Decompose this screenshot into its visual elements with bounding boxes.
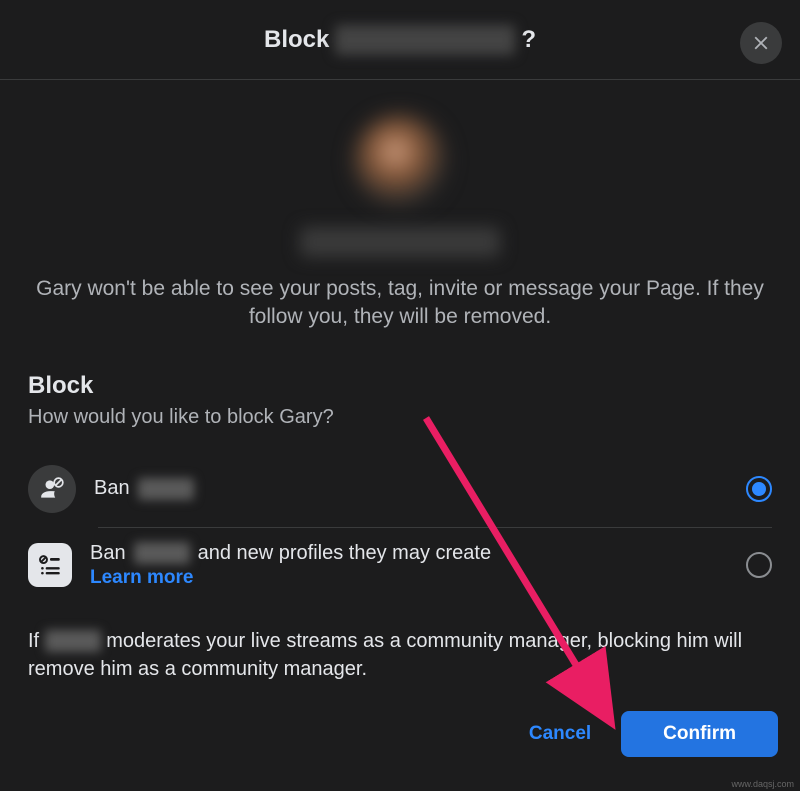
title-prefix: Block xyxy=(264,26,329,54)
cancel-button[interactable]: Cancel xyxy=(509,711,611,757)
learn-more-link[interactable]: Learn more xyxy=(90,567,728,589)
avatar xyxy=(354,115,446,207)
close-icon xyxy=(750,32,772,54)
redacted-name xyxy=(134,542,190,564)
block-section: Block How would you like to block Gary? … xyxy=(0,342,800,603)
profile-name-redacted xyxy=(300,227,500,257)
block-description: Gary won't be able to see your posts, ta… xyxy=(20,275,780,332)
dialog-header: Block ? xyxy=(0,0,800,80)
option-text: Ban and new profiles they may create Lea… xyxy=(90,542,728,589)
footer-note: If moderates your live streams as a comm… xyxy=(0,603,800,683)
option-ban-user[interactable]: Ban xyxy=(28,451,772,527)
option-suffix: and new profiles they may create xyxy=(198,542,492,565)
option-prefix: Ban xyxy=(90,542,126,565)
close-button[interactable] xyxy=(740,22,782,64)
block-subheading: How would you like to block Gary? xyxy=(28,406,772,429)
radio-inner xyxy=(752,482,766,496)
note-suffix: moderates your live streams as a communi… xyxy=(28,630,742,680)
dialog-actions: Cancel Confirm xyxy=(0,683,800,773)
option-ban-user-and-new[interactable]: Ban and new profiles they may create Lea… xyxy=(28,528,772,603)
confirm-button[interactable]: Confirm xyxy=(621,711,778,757)
redacted-name xyxy=(335,25,515,55)
list-block-icon xyxy=(28,543,72,587)
radio-unselected[interactable] xyxy=(746,552,772,578)
dialog-title: Block ? xyxy=(264,25,536,55)
note-prefix: If xyxy=(28,630,39,652)
redacted-name xyxy=(138,478,194,500)
option-prefix: Ban xyxy=(94,477,130,500)
radio-selected[interactable] xyxy=(746,476,772,502)
watermark: www.daqsj.com xyxy=(731,779,794,789)
redacted-name xyxy=(45,630,101,652)
profile-section: Gary won't be able to see your posts, ta… xyxy=(0,80,800,342)
block-heading: Block xyxy=(28,372,772,400)
title-suffix: ? xyxy=(521,26,536,54)
option-text: Ban xyxy=(94,477,728,500)
person-block-icon xyxy=(28,465,76,513)
